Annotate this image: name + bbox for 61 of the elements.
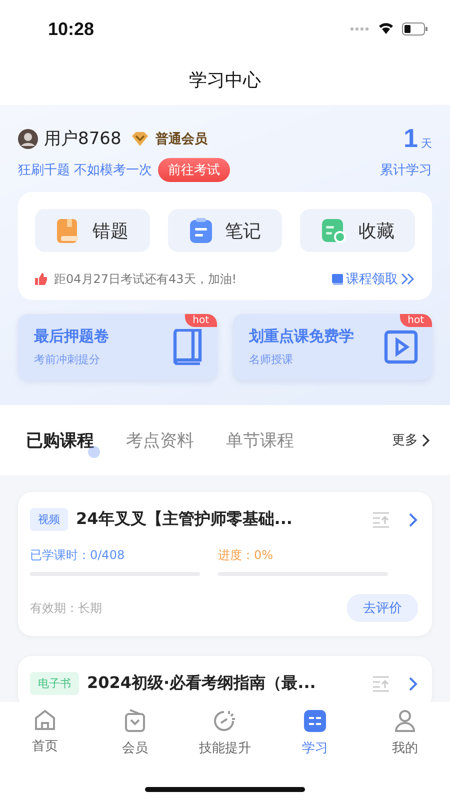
validity-period: 有效期：长期 <box>30 600 102 616</box>
user-name: 用户8768 <box>44 128 122 150</box>
collection-icon <box>320 218 347 244</box>
promo-card[interactable]: 划重点课免费学 名师授课 hot <box>233 314 432 380</box>
play-icon <box>384 330 418 364</box>
slogan: 狂刷千题 不如模考一次 <box>18 162 152 179</box>
membership-label: 普通会员 <box>155 130 208 148</box>
exam-countdown: 距04月27日考试还有43天，加油! <box>54 270 237 288</box>
promo-title: 最后押题卷 <box>34 327 109 346</box>
chevron-right-icon <box>408 512 418 528</box>
hot-badge: hot <box>184 314 217 327</box>
promo-subtitle: 考前冲刺提分 <box>34 352 101 367</box>
grid-icon <box>303 709 327 733</box>
shortcut-button[interactable]: 笔记 <box>168 209 282 252</box>
course-title: 2024初级·必看考纲指南（最... <box>87 673 317 694</box>
page-title: 学习中心 <box>189 69 261 92</box>
nav-tab[interactable]: 会员 <box>95 708 175 758</box>
home-icon <box>34 709 56 731</box>
rate-button[interactable]: 去评价 <box>347 594 418 622</box>
promo-subtitle: 名师授课 <box>249 352 294 367</box>
hot-badge: hot <box>400 314 432 327</box>
shortcut-button[interactable]: 错题 <box>35 209 150 252</box>
more-link[interactable]: 更多 <box>392 431 430 449</box>
promo-card[interactable]: 最后押题卷 考前冲刺提分 hot <box>18 314 217 380</box>
nav-tab[interactable]: 学习 <box>275 708 355 758</box>
wifi-icon <box>378 23 394 35</box>
course-type-tag: 视频 <box>30 508 68 531</box>
study-days: 1 <box>404 123 418 153</box>
course-claim-link[interactable]: 课程领取 <box>332 270 415 288</box>
notepad-icon <box>189 218 213 244</box>
course-title: 24年叉叉【主管护师零基础... <box>76 509 294 530</box>
chevron-right-icon <box>422 434 430 446</box>
course-card[interactable]: 视频 24年叉叉【主管护师零基础... 已学课时：0/408 进度：0% 有效期：长期 去评价 <box>18 492 432 636</box>
course-tab[interactable]: 考点资料 <box>126 428 200 458</box>
status-time: 10:28 <box>48 18 94 40</box>
chevron-right-icon <box>408 676 418 692</box>
nav-tab[interactable]: 技能提升 <box>185 708 265 758</box>
nav-tab[interactable]: 我的 <box>365 708 445 758</box>
studied-lessons: 已学课时：0/408 <box>30 547 126 564</box>
course-card[interactable]: 电子书 2024初级·必看考纲指南（最... <box>18 656 432 702</box>
person-icon <box>394 709 416 733</box>
nav-tab[interactable]: 首页 <box>5 708 85 756</box>
signal-icon <box>350 27 370 31</box>
double-chevron-icon <box>401 273 415 285</box>
course-type-tag: 电子书 <box>30 672 79 695</box>
bag-icon <box>124 709 146 733</box>
course-tab[interactable]: 单节课程 <box>226 428 300 458</box>
days-unit: 天 <box>421 137 432 150</box>
sort-top-icon <box>372 512 390 528</box>
progress-label: 进度：0% <box>218 547 274 564</box>
avatar-icon <box>18 128 38 148</box>
gauge-icon <box>213 709 237 733</box>
thumbs-up-icon <box>35 273 48 285</box>
diamond-icon <box>131 132 150 146</box>
course-tab[interactable]: 已购课程 <box>26 428 100 458</box>
shortcut-button[interactable]: 收藏 <box>300 209 416 252</box>
exam-button[interactable]: 前往考试 <box>158 158 230 182</box>
promo-title: 划重点课免费学 <box>249 327 354 346</box>
battery-icon <box>402 22 428 36</box>
days-label: 累计学习 <box>380 162 432 179</box>
sort-top-icon <box>372 676 390 692</box>
